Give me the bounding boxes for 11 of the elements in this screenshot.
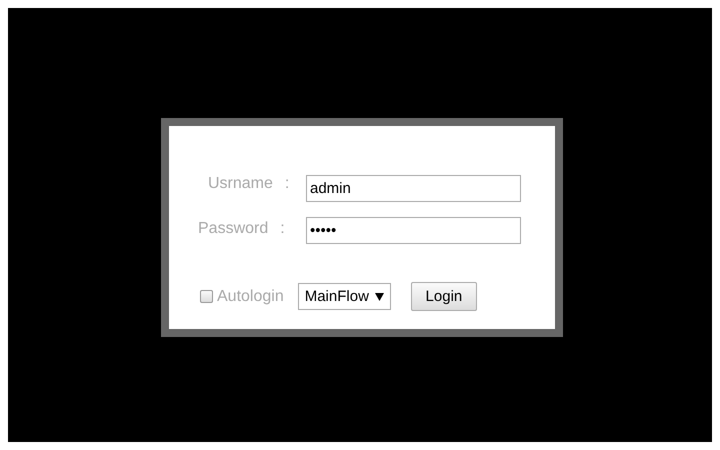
dropdown-arrow-icon <box>374 292 384 300</box>
colon-separator: : <box>280 220 285 238</box>
username-field[interactable]: admin <box>306 175 521 202</box>
password-field[interactable]: ••••• <box>306 217 521 244</box>
login-button[interactable]: Login <box>410 282 477 311</box>
checkbox-label: Autologin <box>217 288 284 306</box>
field-label: Password <box>198 220 268 238</box>
field-label: Usrname <box>208 175 273 193</box>
colon-separator: : <box>284 175 290 193</box>
autologin-checkbox[interactable] <box>200 290 213 303</box>
flow-dropdown[interactable]: MainFlow <box>298 283 391 310</box>
